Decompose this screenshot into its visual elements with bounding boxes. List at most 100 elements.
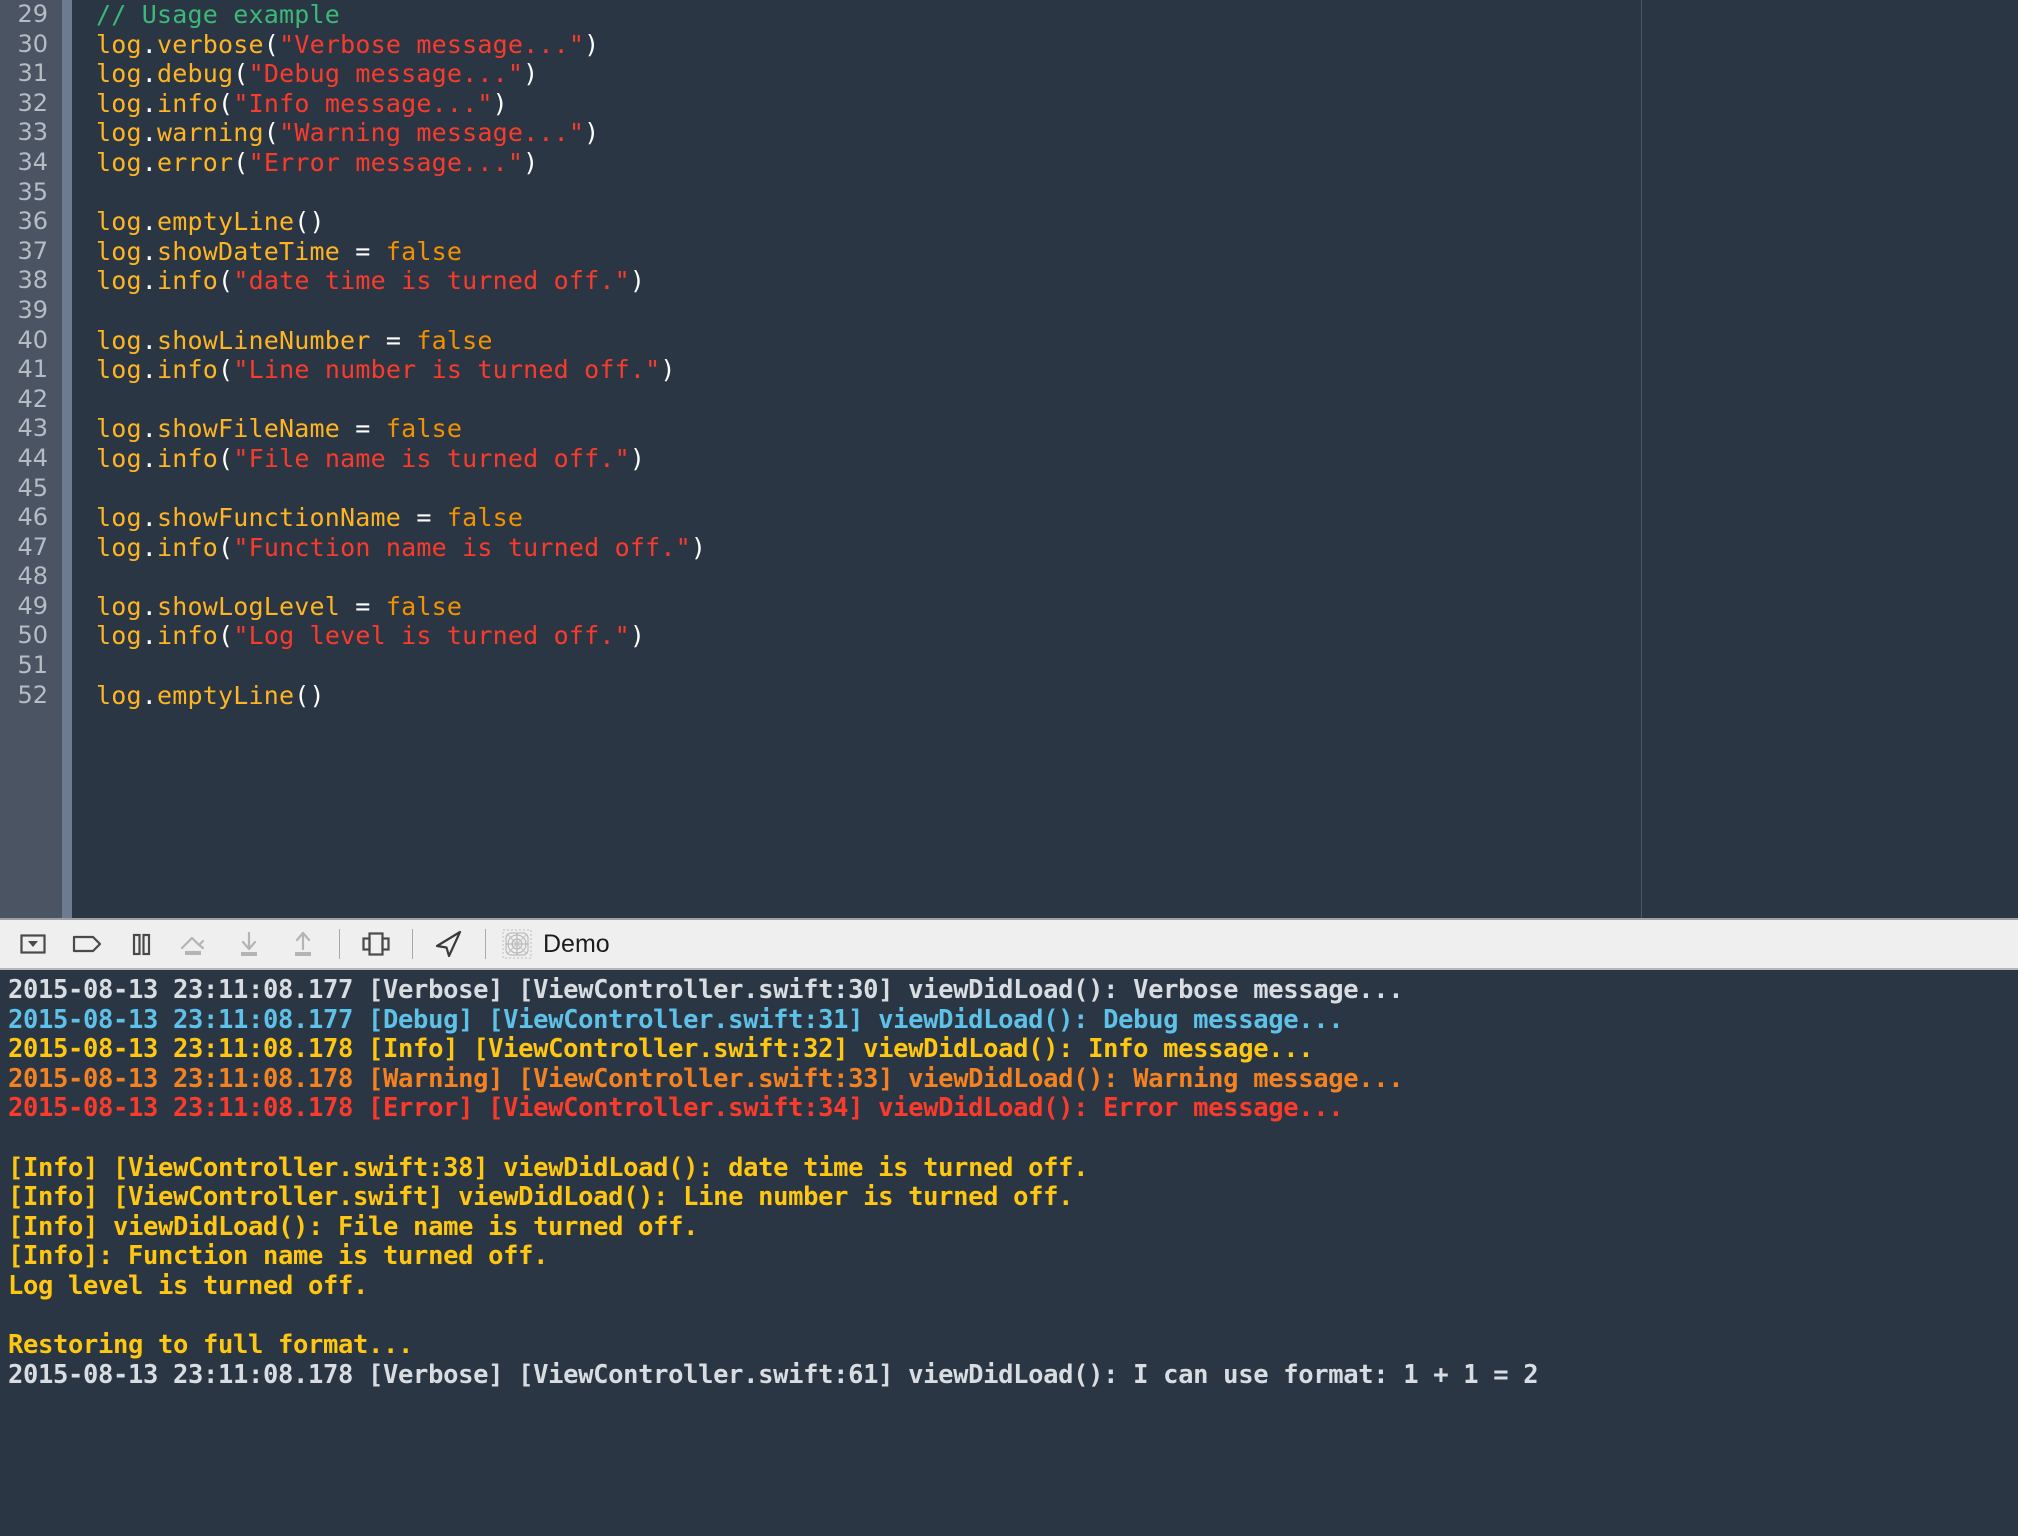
step-over-icon [180,936,205,955]
token-kw: false [446,503,524,533]
code-line[interactable]: 40 log.showLineNumber = false [0,326,2018,356]
code-line[interactable]: 33 log.warning("Warning message...") [0,118,2018,148]
code-line[interactable]: 38 log.info("date time is turned off.") [0,266,2018,296]
code-line[interactable]: 44 log.info("File name is turned off.") [0,444,2018,474]
code-line[interactable]: 52 log.emptyLine() [0,681,2018,711]
code-line[interactable]: 46 log.showFunctionName = false [0,503,2018,533]
console-line-info: [Info] [ViewController.swift:38] viewDid… [8,1152,1089,1183]
process-selector[interactable]: Demo [501,928,610,960]
code-text: log.showLineNumber = false [96,326,493,356]
token-pun: . [141,325,158,355]
token-op: = [340,414,386,444]
token-id: log [96,532,142,562]
code-text: log.verbose("Verbose message...") [96,30,599,60]
token-pun: . [141,355,158,385]
breakpoints-button[interactable] [64,921,110,967]
token-pun: ( [263,118,280,148]
breakpoints-icon [72,935,102,953]
code-line[interactable]: 29 // Usage example [0,0,2018,30]
xcode-window: 29 // Usage example 30 log.verbose("Verbose… [0,0,2018,1536]
code-line[interactable]: 34 log.error("Error message...") [0,148,2018,178]
code-line[interactable]: 39 [0,296,2018,326]
code-line[interactable]: 48 [0,562,2018,592]
code-line[interactable]: 41 log.info("Line number is turned off.") [0,355,2018,385]
console-line-error: 2015-08-13 23:11:08.178 [Error] [ViewCon… [8,1093,1344,1124]
console-line-info: [Info] viewDidLoad(): File name is turne… [8,1211,699,1242]
code-text: log.showFunctionName = false [96,503,523,533]
token-id: log [96,414,142,444]
token-pun: ( [263,29,280,59]
line-number: 31 [17,59,48,88]
token-id: info [157,88,219,118]
code-line[interactable]: 50 log.info("Log level is turned off.") [0,621,2018,651]
token-str: "Verbose message..." [279,29,585,59]
line-number: 50 [17,621,48,650]
code-line[interactable]: 45 [0,474,2018,504]
line-number: 39 [17,295,48,324]
code-text: log.showDateTime = false [96,237,462,267]
token-id: log [96,443,142,473]
token-id: log [96,355,142,385]
line-number: 34 [17,147,48,176]
line-number: 47 [17,532,48,561]
code-text: // Usage example [96,0,340,30]
simulate-location-icon [435,930,462,958]
line-number: 37 [17,236,48,265]
code-line[interactable]: 37 log.showDateTime = false [0,237,2018,267]
token-pun: . [141,29,158,59]
line-number: 45 [17,473,48,502]
token-kw: false [385,591,463,621]
debug-toolbar: Demo [0,918,2018,970]
simulate-location-button[interactable] [426,921,472,967]
token-pun: . [141,503,158,533]
token-id: info [157,621,219,651]
pause-button[interactable] [118,921,164,967]
token-pun: ) [584,29,600,59]
line-number: 48 [17,562,48,591]
token-pun: . [141,591,158,621]
token-id: emptyLine [157,207,295,237]
code-line[interactable]: 42 [0,385,2018,415]
source-code-editor[interactable]: 29 // Usage example 30 log.verbose("Verbose… [0,0,2018,918]
token-id: info [157,443,219,473]
code-line[interactable]: 43 log.showFileName = false [0,414,2018,444]
code-line[interactable]: 31 log.debug("Debug message...") [0,59,2018,89]
code-line[interactable]: 51 [0,651,2018,681]
code-text: log.warning("Warning message...") [96,118,599,148]
token-pun: ) [584,118,600,148]
code-line[interactable]: 47 log.info("Function name is turned off.… [0,533,2018,563]
line-number: 36 [17,207,48,236]
token-kw: false [385,414,463,444]
token-id: showLineNumber [157,325,371,355]
token-pun: ( [218,266,234,296]
code-line[interactable]: 36 log.emptyLine() [0,207,2018,237]
code-line[interactable]: 35 [0,178,2018,208]
pause-icon [132,933,151,956]
token-pun: ) [690,532,707,562]
console-line-info: [Info]: Function name is turned off. [8,1241,549,1272]
token-pun: . [141,207,158,237]
code-line[interactable]: 30 log.verbose("Verbose message...") [0,30,2018,60]
token-op: = [370,325,417,355]
token-id: log [96,118,142,148]
token-pun: . [141,621,158,651]
code-line[interactable]: 49 log.showLogLevel = false [0,592,2018,622]
code-text: log.info("Line number is turned off.") [96,355,676,385]
token-id: warning [157,118,264,148]
code-line[interactable]: 32 log.info("Info message...") [0,89,2018,119]
debug-console-output[interactable]: 2015-08-13 23:11:08.177 [Verbose] [ViewC… [0,970,2018,1536]
token-str: "Function name is turned off." [233,532,691,562]
token-id: showLogLevel [157,591,341,621]
line-number: 29 [17,0,48,28]
token-pun: . [141,266,158,296]
token-pun: . [141,236,158,266]
code-text: log.showFileName = false [96,414,462,444]
token-id: log [96,88,142,118]
token-id: info [157,266,219,296]
console-line-verbose: 2015-08-13 23:11:08.177 [Verbose] [ViewC… [8,975,1404,1005]
token-kw: false [416,325,493,355]
hide-debug-area-button[interactable] [10,921,56,967]
debug-view-hierarchy-button[interactable] [353,921,399,967]
token-id: log [96,680,142,710]
debug-view-hierarchy-icon [362,932,390,956]
